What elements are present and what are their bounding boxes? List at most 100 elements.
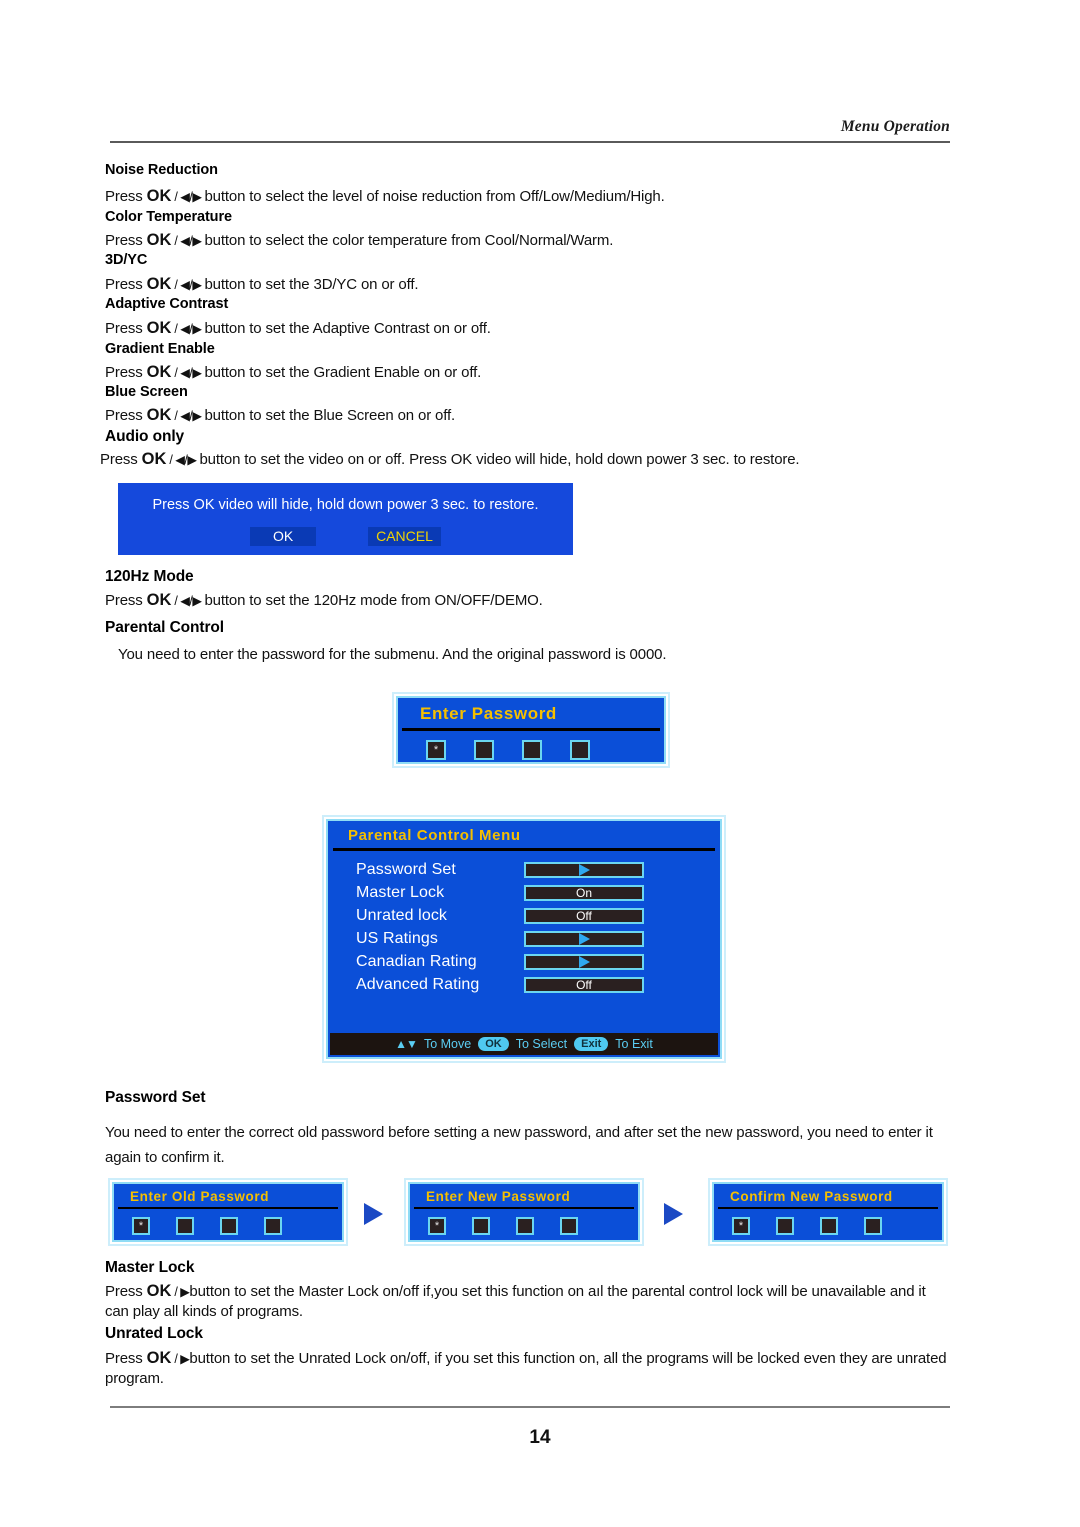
ok-key: OK xyxy=(146,591,172,609)
password-cell[interactable]: * xyxy=(426,740,446,760)
password-cell[interactable] xyxy=(264,1217,282,1235)
para-gradient-enable: Press OK / ◀/▶ button to set the Gradien… xyxy=(105,363,955,383)
ok-key: OK xyxy=(141,450,167,468)
enter-old-password-title: Enter Old Password xyxy=(130,1189,270,1204)
enter-password-cells: * xyxy=(398,731,664,760)
dialog-ok-button[interactable]: OK xyxy=(250,527,317,546)
page-number: 14 xyxy=(529,1427,551,1448)
para-pre: Press xyxy=(105,232,147,249)
header-rule xyxy=(110,141,950,143)
para-pre: Press xyxy=(105,1283,147,1300)
menu-item-unrated-lock[interactable]: Unrated lock Off xyxy=(328,904,720,927)
arrow-keys: / ◀/▶ xyxy=(171,322,205,336)
parental-menu-rows: Password Set Master Lock On Unrated lock… xyxy=(328,851,720,996)
menu-item-value[interactable]: Off xyxy=(524,976,644,993)
para-post: button to set the 3D/YC on or off. xyxy=(204,276,419,293)
enter-new-password-title: Enter New Password xyxy=(426,1189,571,1204)
para-parental-control: You need to enter the password for the s… xyxy=(118,646,667,663)
password-cell[interactable] xyxy=(522,740,542,760)
menu-item-label: Canadian Rating xyxy=(356,952,477,970)
para-color-temperature: Press OK / ◀/▶ button to select the colo… xyxy=(105,231,955,251)
para-pre: Press xyxy=(105,592,147,609)
enter-new-password-cells: * xyxy=(410,1209,638,1235)
menu-item-label: Unrated lock xyxy=(356,906,448,924)
password-cell[interactable]: * xyxy=(132,1217,150,1235)
para-3dyc: Press OK / ◀/▶ button to set the 3D/YC o… xyxy=(105,275,955,295)
password-cell[interactable]: * xyxy=(428,1217,446,1235)
menu-item-value[interactable]: On xyxy=(524,884,644,901)
arrow-keys: / ◀/▶ xyxy=(171,190,205,204)
ok-key: OK xyxy=(146,187,172,205)
para-blue-screen: Press OK / ◀/▶ button to set the Blue Sc… xyxy=(105,406,955,426)
ok-key: OK xyxy=(146,275,172,293)
manual-page: Menu Operation Noise Reduction Press OK … xyxy=(0,0,1080,1527)
password-cell[interactable] xyxy=(820,1217,838,1235)
heading-adaptive-contrast: Adaptive Contrast xyxy=(105,296,229,312)
para-audio-only: Press OK / ◀/▶ button to set the video o… xyxy=(100,450,945,470)
para-post: button to set the Blue Screen on or off. xyxy=(204,407,456,424)
para-pre: Press xyxy=(105,407,147,424)
enter-new-password-osd: Enter New Password * xyxy=(408,1182,640,1242)
footer-move-label: To Move xyxy=(423,1037,472,1051)
ok-key: OK xyxy=(146,363,172,381)
page-header: Menu Operation xyxy=(110,118,950,139)
right-arrow-icon xyxy=(578,955,590,968)
para-post: button to set the Unrated Lock on/off, i… xyxy=(105,1350,947,1387)
para-unrated-lock: Press OK / ▶button to set the Unrated Lo… xyxy=(105,1348,950,1389)
right-arrow-icon xyxy=(578,863,590,876)
heading-blue-screen: Blue Screen xyxy=(105,384,188,400)
para-post: button to select the level of noise redu… xyxy=(204,188,665,205)
enter-old-password-cells: * xyxy=(114,1209,342,1235)
password-cell[interactable] xyxy=(472,1217,490,1235)
arrow-keys: / ◀/▶ xyxy=(171,366,205,380)
para-pre: Press xyxy=(105,188,147,205)
para-pre: Press xyxy=(105,276,147,293)
password-cell[interactable] xyxy=(864,1217,882,1235)
ok-key: OK xyxy=(146,1282,172,1300)
password-cell[interactable] xyxy=(776,1217,794,1235)
audio-only-dialog: Press OK video will hide, hold down powe… xyxy=(118,483,573,555)
heading-audio-only: Audio only xyxy=(105,428,185,445)
menu-item-value[interactable] xyxy=(524,930,644,947)
dialog-cancel-button[interactable]: CANCEL xyxy=(368,527,441,546)
arrow-keys: / ◀/▶ xyxy=(166,453,200,467)
password-cell[interactable] xyxy=(516,1217,534,1235)
arrow-keys: / ◀/▶ xyxy=(171,278,205,292)
password-cell[interactable] xyxy=(176,1217,194,1235)
heading-120hz-mode: 120Hz Mode xyxy=(105,568,194,585)
heading-gradient-enable: Gradient Enable xyxy=(105,341,215,357)
heading-noise-reduction: Noise Reduction xyxy=(105,162,218,178)
para-adaptive-contrast: Press OK / ◀/▶ button to set the Adaptiv… xyxy=(105,319,955,339)
heading-color-temperature: Color Temperature xyxy=(105,209,232,225)
right-arrow-icon xyxy=(578,932,590,945)
para-pre: Press xyxy=(105,364,147,381)
para-post: button to set the video on or off. Press… xyxy=(199,451,800,468)
menu-item-master-lock[interactable]: Master Lock On xyxy=(328,881,720,904)
heading-3dyc: 3D/YC xyxy=(105,252,148,268)
arrow-keys: / ▶ xyxy=(171,1352,190,1366)
menu-item-value[interactable] xyxy=(524,861,644,878)
password-cell[interactable]: * xyxy=(732,1217,750,1235)
audio-only-dialog-buttons: OK CANCEL xyxy=(118,527,573,546)
heading-password-set: Password Set xyxy=(105,1089,206,1106)
menu-item-canadian-rating[interactable]: Canadian Rating xyxy=(328,950,720,973)
menu-item-us-ratings[interactable]: US Ratings xyxy=(328,927,720,950)
ok-key: OK xyxy=(146,1349,172,1367)
arrow-keys: / ◀/▶ xyxy=(171,594,205,608)
menu-item-value[interactable] xyxy=(524,953,644,970)
password-cell[interactable] xyxy=(474,740,494,760)
footer-select-label: To Select xyxy=(515,1037,568,1051)
menu-item-password-set[interactable]: Password Set xyxy=(328,858,720,881)
menu-item-advanced-rating[interactable]: Advanced Rating Off xyxy=(328,973,720,996)
flow-arrow-icon xyxy=(664,1203,683,1225)
ok-key: OK xyxy=(146,231,172,249)
password-cell[interactable] xyxy=(570,740,590,760)
footer-exit-badge[interactable]: Exit xyxy=(574,1037,609,1051)
confirm-new-password-osd: Confirm New Password * xyxy=(712,1182,944,1242)
menu-item-value[interactable]: Off xyxy=(524,907,644,924)
footer-ok-badge[interactable]: OK xyxy=(478,1037,509,1051)
para-master-lock: Press OK / ▶button to set the Master Loc… xyxy=(105,1281,950,1322)
password-cell[interactable] xyxy=(560,1217,578,1235)
password-cell[interactable] xyxy=(220,1217,238,1235)
ok-key: OK xyxy=(146,406,172,424)
